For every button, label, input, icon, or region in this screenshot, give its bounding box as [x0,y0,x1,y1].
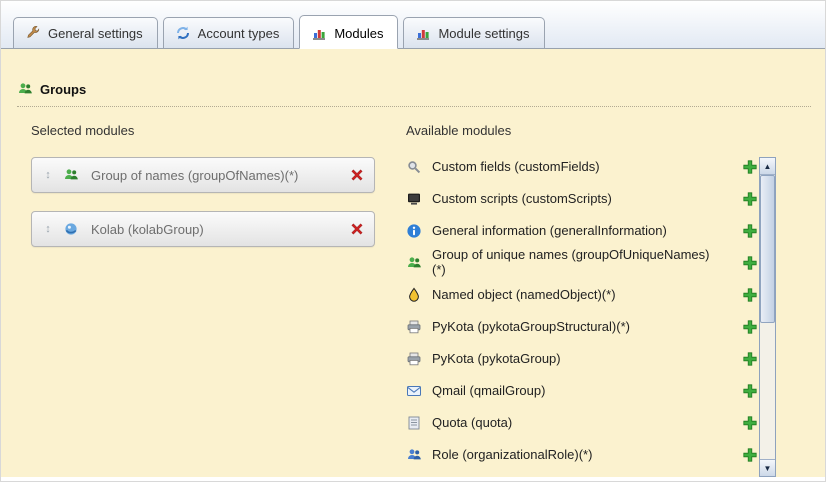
available-module-row: Custom scripts (customScripts) [406,183,758,215]
available-module-row: Qmail (qmailGroup) [406,375,758,407]
drag-handle-icon[interactable]: ↕ [41,223,55,235]
selected-modules-list: ↕ Group of names (groupOfNames)(*) ↕ Kol… [31,157,375,247]
add-module-button[interactable] [742,415,758,431]
available-module-row: PyKota (pykotaGroupStructural)(*) [406,311,758,343]
available-module-label: Named object (namedObject)(*) [432,288,616,303]
tab-module-settings[interactable]: Module settings [403,17,544,49]
drop-icon [406,287,422,303]
selected-module-label: Kolab (kolabGroup) [91,222,341,237]
available-module-label: General information (generalInformation) [432,224,667,239]
envelope-icon [406,383,422,399]
tab-bar: General settings Account types Modules M… [13,15,545,49]
available-modules-list: Custom fields (customFields) Custom scri… [406,151,758,471]
groups-icon [17,81,33,97]
tab-general-settings[interactable]: General settings [13,17,158,49]
info-icon [406,223,422,239]
available-module-label: PyKota (pykotaGroupStructural)(*) [432,320,630,335]
available-module-row: Custom fields (customFields) [406,151,758,183]
tab-label: General settings [48,26,143,41]
available-module-row: Named object (namedObject)(*) [406,279,758,311]
kolab-icon [63,221,79,237]
available-module-row: General information (generalInformation) [406,215,758,247]
document-icon [406,415,422,431]
tab-modules[interactable]: Modules [299,15,398,49]
group-green-icon [63,167,79,183]
modules-chart-icon [311,25,327,41]
available-module-label: Custom fields (customFields) [432,160,600,175]
tab-account-types[interactable]: Account types [163,17,295,49]
remove-module-button[interactable] [349,167,365,183]
groups-section-header: Groups [17,81,811,107]
available-module-label: Custom scripts (customScripts) [432,192,612,207]
scrollbar-thumb[interactable] [760,175,775,323]
terminal-icon [406,191,422,207]
selected-module-row: ↕ Kolab (kolabGroup) [31,211,375,247]
add-module-button[interactable] [742,223,758,239]
magnifier-icon [406,159,422,175]
modules-config-page: General settings Account types Modules M… [0,0,826,482]
add-module-button[interactable] [742,159,758,175]
available-modules-scrollbar[interactable]: ▲ ▼ [759,157,776,477]
available-module-row: PyKota (pykotaGroup) [406,343,758,375]
selected-modules-heading: Selected modules [31,123,134,138]
available-modules-heading: Available modules [406,123,511,138]
scroll-up-button[interactable]: ▲ [760,158,775,175]
add-module-button[interactable] [742,255,758,271]
sync-gear-icon [175,25,191,41]
tab-label: Modules [334,26,383,41]
group-blue-icon [406,447,422,463]
available-modules-panel: Custom fields (customFields) Custom scri… [406,151,776,471]
tab-label: Account types [198,26,280,41]
printer-icon [406,351,422,367]
add-module-button[interactable] [742,447,758,463]
scroll-down-button[interactable]: ▼ [760,459,775,476]
available-module-label: PyKota (pykotaGroup) [432,352,561,367]
printer-icon [406,319,422,335]
available-module-row: Role (organizationalRole)(*) [406,439,758,471]
available-module-row: Group of unique names (groupOfUniqueName… [406,247,758,279]
selected-module-label: Group of names (groupOfNames)(*) [91,168,341,183]
add-module-button[interactable] [742,287,758,303]
available-module-label: Qmail (qmailGroup) [432,384,545,399]
selected-module-row: ↕ Group of names (groupOfNames)(*) [31,157,375,193]
modules-chart-icon [415,25,431,41]
add-module-button[interactable] [742,351,758,367]
section-title: Groups [40,82,86,97]
add-module-button[interactable] [742,191,758,207]
scrollbar-track[interactable] [760,175,775,459]
available-module-label: Group of unique names (groupOfUniqueName… [432,248,712,278]
modules-tab-content: Groups Selected modules Available module… [1,49,825,477]
tab-label: Module settings [438,26,529,41]
group-green-icon [406,255,422,271]
available-module-label: Quota (quota) [432,416,512,431]
tab-strip: General settings Account types Modules M… [1,1,825,49]
wrench-icon [25,25,41,41]
add-module-button[interactable] [742,383,758,399]
available-module-row: Quota (quota) [406,407,758,439]
available-module-label: Role (organizationalRole)(*) [432,448,592,463]
add-module-button[interactable] [742,319,758,335]
remove-module-button[interactable] [349,221,365,237]
drag-handle-icon[interactable]: ↕ [41,169,55,181]
